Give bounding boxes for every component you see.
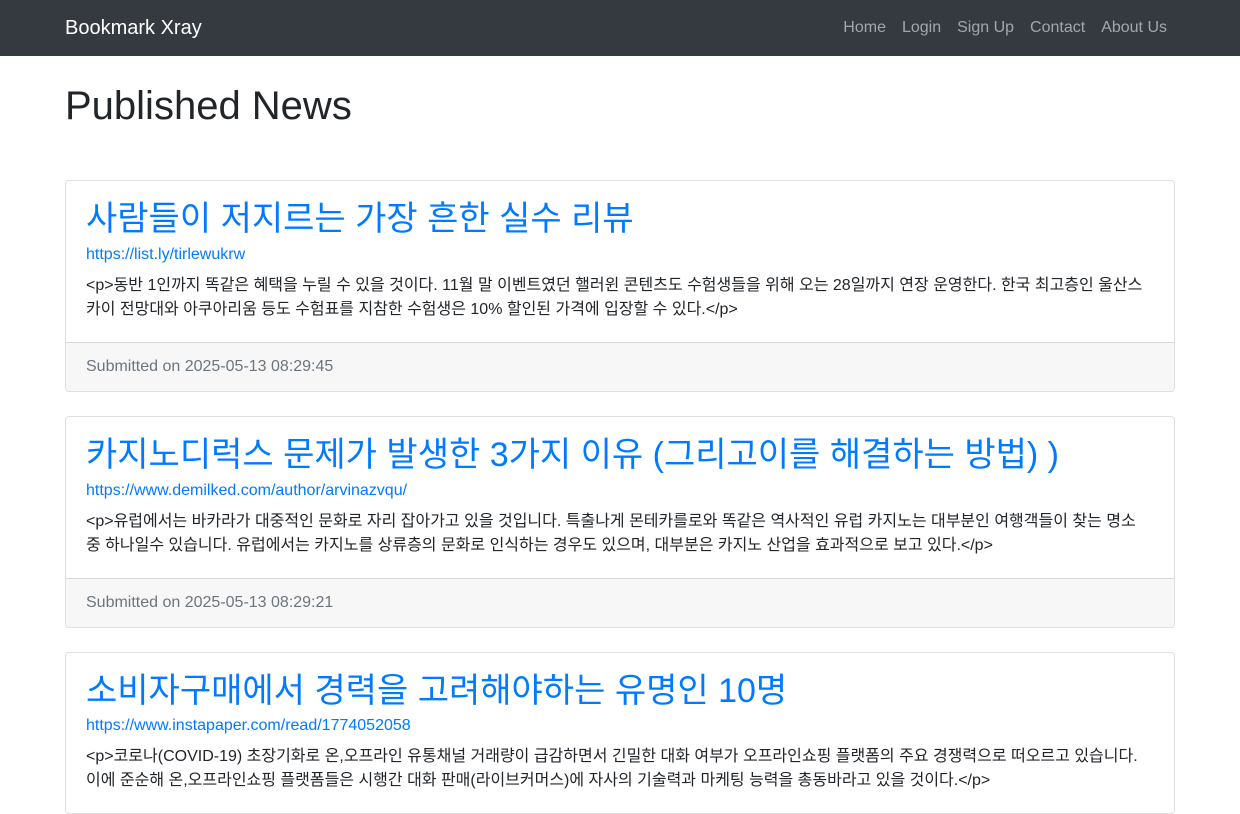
news-url-link[interactable]: https://www.instapaper.com/read/17740520… [86, 717, 1154, 735]
news-title-link[interactable]: 소비자구매에서 경력을 고려해야하는 유명인 10명 [86, 671, 1154, 712]
news-card-body: 소비자구매에서 경력을 고려해야하는 유명인 10명 https://www.i… [66, 653, 1174, 814]
nav-home[interactable]: Home [843, 19, 886, 37]
news-excerpt: <p>유럽에서는 바카라가 대중적인 문화로 자리 잡아가고 있을 것입니다. … [86, 512, 1136, 554]
nav-links: Home Login Sign Up Contact About Us [843, 19, 1167, 37]
brand-link[interactable]: Bookmark Xray [65, 17, 202, 40]
news-card-body: 사람들이 저지르는 가장 흔한 실수 리뷰 https://list.ly/ti… [66, 181, 1174, 342]
main-content: Published News 사람들이 저지르는 가장 흔한 실수 리뷰 htt… [0, 82, 1240, 814]
news-url-link[interactable]: https://www.demilked.com/author/arvinazv… [86, 482, 1154, 500]
news-card: 카지노디럭스 문제가 발생한 3가지 이유 (그리고이를 해결하는 방법) ) … [65, 415, 1175, 628]
news-title-link[interactable]: 카지노디럭스 문제가 발생한 3가지 이유 (그리고이를 해결하는 방법) ) [86, 435, 1154, 476]
news-url-link[interactable]: https://list.ly/tirlewukrw [86, 246, 1154, 264]
news-card: 소비자구매에서 경력을 고려해야하는 유명인 10명 https://www.i… [65, 651, 1175, 814]
page-title: Published News [65, 84, 352, 128]
news-card-body: 카지노디럭스 문제가 발생한 3가지 이유 (그리고이를 해결하는 방법) ) … [66, 417, 1174, 578]
news-submitted-date: Submitted on 2025-05-13 08:29:21 [66, 577, 1174, 627]
nav-about-us[interactable]: About Us [1101, 19, 1167, 37]
news-excerpt: <p>동반 1인까지 똑같은 혜택을 누릴 수 있을 것이다. 11월 말 이벤… [86, 276, 1143, 318]
news-title-link[interactable]: 사람들이 저지르는 가장 흔한 실수 리뷰 [86, 199, 1154, 240]
nav-sign-up[interactable]: Sign Up [957, 19, 1014, 37]
nav-login[interactable]: Login [902, 19, 941, 37]
news-excerpt: <p>코로나(COVID-19) 초장기화로 온,오프라인 유통채널 거래량이 … [86, 748, 1138, 790]
top-navbar: Bookmark Xray Home Login Sign Up Contact… [0, 0, 1240, 56]
news-card: 사람들이 저지르는 가장 흔한 실수 리뷰 https://list.ly/ti… [65, 180, 1175, 392]
nav-contact[interactable]: Contact [1030, 19, 1085, 37]
news-submitted-date: Submitted on 2025-05-13 08:29:45 [66, 341, 1174, 391]
